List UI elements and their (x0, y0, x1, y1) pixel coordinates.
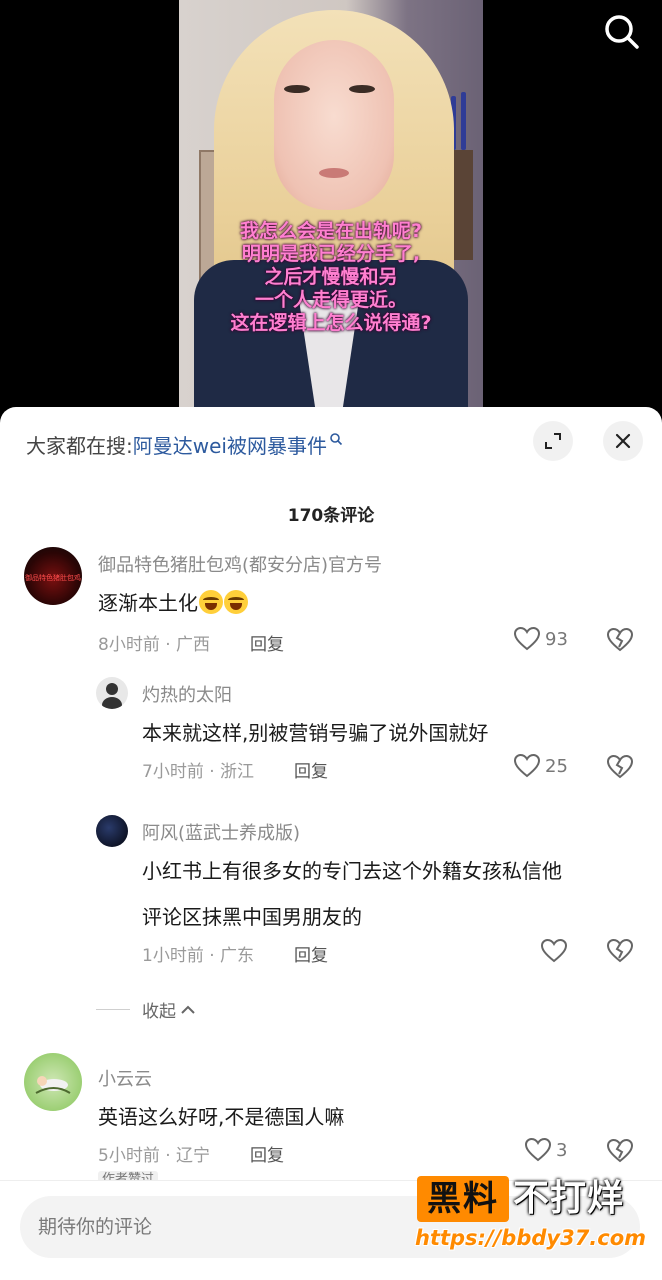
video-candle (461, 92, 466, 150)
comment-username[interactable]: 阿风(蓝武士养成版) (142, 819, 300, 845)
avatar[interactable]: 御品特色猪肚包鸡 (24, 547, 82, 605)
broken-heart-icon (606, 754, 634, 779)
trending-search-keyword[interactable]: 阿曼达wei被网暴事件 (133, 430, 327, 459)
reply-comment-item: 灼热的太阳 本来就这样,别被营销号骗了说外国就好 7小时前 · 浙江 回复 25 (0, 675, 662, 785)
avatar[interactable] (24, 1053, 82, 1111)
like-button[interactable]: 25 (513, 753, 568, 779)
watermark: 黑料 不打烊 https://bbdy37.com (415, 1172, 655, 1262)
expand-icon (545, 433, 561, 449)
reply-button[interactable]: 回复 (294, 757, 328, 782)
subtitle-line: 明明是我已经分手了, (241, 243, 421, 265)
expand-button[interactable] (533, 421, 573, 461)
close-button[interactable] (603, 421, 643, 461)
like-count: 93 (545, 628, 568, 650)
comment-username[interactable]: 灼热的太阳 (142, 681, 232, 707)
comment-text-line: 小红书上有很多女的专门去这个外籍女孩私信他 (142, 859, 562, 883)
search-icon (330, 433, 343, 446)
comment-item: 小云云 英语这么好呀,不是德国人嘛 5小时前 · 辽宁 回复 3 (0, 1053, 662, 1173)
divider (96, 1009, 130, 1010)
like-button[interactable] (540, 938, 572, 964)
reply-button[interactable]: 回复 (250, 1141, 284, 1166)
comment-time-location: 8小时前 · 广西 (98, 635, 211, 655)
comment-time-location: 5小时前 · 辽宁 (98, 1146, 211, 1166)
comment-item: 御品特色猪肚包鸡 御品特色猪肚包鸡(都安分店)官方号 逐渐本土化 8小时前 · … (0, 545, 662, 665)
dislike-button[interactable] (606, 1138, 634, 1168)
subtitle-line: 我怎么会是在出轨呢? (239, 220, 423, 242)
subtitle-line: 之后才慢慢和另 (264, 266, 398, 288)
comment-username[interactable]: 御品特色猪肚包鸡(都安分店)官方号 (98, 551, 382, 577)
chevron-up-icon (181, 1005, 195, 1014)
broken-heart-icon (606, 627, 634, 652)
comment-username[interactable]: 小云云 (98, 1065, 152, 1091)
comment-text: 逐渐本土化 (98, 587, 248, 616)
comment-count: 170条评论 (287, 506, 375, 526)
subtitle-line: 一个人走得更近。 (254, 289, 407, 311)
video-person-face (274, 40, 394, 210)
like-button[interactable]: 93 (513, 626, 568, 652)
crying-laughing-emoji-icon (199, 590, 223, 614)
close-icon (615, 433, 631, 449)
comment-time-location: 7小时前 · 浙江 (142, 762, 255, 782)
like-count: 3 (556, 1139, 568, 1161)
video-person-eye (284, 85, 310, 93)
avatar[interactable] (96, 815, 128, 847)
watermark-logo-left: 黑料 (417, 1176, 509, 1222)
reply-comment-item: 阿风(蓝武士养成版) 小红书上有很多女的专门去这个外籍女孩私信他 评论区抹黑中国… (0, 813, 662, 973)
heart-icon (513, 753, 541, 778)
search-icon[interactable] (602, 12, 642, 52)
video-person-lips (319, 168, 349, 178)
broken-heart-icon (606, 1138, 634, 1163)
crying-laughing-emoji-icon (224, 590, 248, 614)
like-button[interactable]: 3 (524, 1137, 567, 1163)
comment-text-content: 逐渐本土化 (98, 591, 198, 615)
reply-button[interactable]: 回复 (294, 941, 328, 966)
dislike-button[interactable] (606, 754, 634, 784)
dislike-button[interactable] (606, 627, 634, 657)
comment-text: 英语这么好呀,不是德国人嘛 (98, 1105, 345, 1129)
comment-input[interactable] (38, 1196, 418, 1258)
collapse-label: 收起 (142, 1002, 176, 1022)
trending-search[interactable]: 大家都在搜: 阿曼达wei被网暴事件 (26, 429, 343, 459)
subtitle-line: 这在逻辑上怎么说得通? (230, 312, 432, 334)
comment-text-line: 评论区抹黑中国男朋友的 (142, 905, 362, 929)
watermark-url: https://bbdy37.com (415, 1226, 647, 1250)
heart-icon (513, 626, 541, 651)
video-person-eye (349, 85, 375, 93)
like-count: 25 (545, 755, 568, 777)
reply-button[interactable]: 回复 (250, 630, 284, 655)
trending-search-prefix: 大家都在搜: (26, 433, 133, 458)
collapse-replies-button[interactable]: 收起 (96, 997, 196, 1022)
video-player[interactable]: 我怎么会是在出轨呢? 明明是我已经分手了, 之后才慢慢和另 一个人走得更近。 这… (0, 0, 662, 420)
watermark-logo-right: 不打烊 (513, 1178, 625, 1219)
avatar-logo-text: 御品特色猪肚包鸡 (25, 573, 81, 582)
comment-time-location: 1小时前 · 广东 (142, 946, 255, 966)
comment-text: 本来就这样,别被营销号骗了说外国就好 (142, 721, 489, 745)
avatar[interactable] (96, 677, 128, 709)
broken-heart-icon (606, 938, 634, 963)
heart-icon (540, 938, 568, 963)
heart-icon (524, 1137, 552, 1162)
dislike-button[interactable] (606, 938, 634, 968)
video-subtitle: 我怎么会是在出轨呢? 明明是我已经分手了, 之后才慢慢和另 一个人走得更近。 这… (179, 220, 483, 335)
comment-sheet: 大家都在搜: 阿曼达wei被网暴事件 170条评论 御品特色猪肚包鸡 御品特色猪… (0, 407, 662, 1280)
video-frame[interactable]: 我怎么会是在出轨呢? 明明是我已经分手了, 之后才慢慢和另 一个人走得更近。 这… (179, 0, 483, 420)
